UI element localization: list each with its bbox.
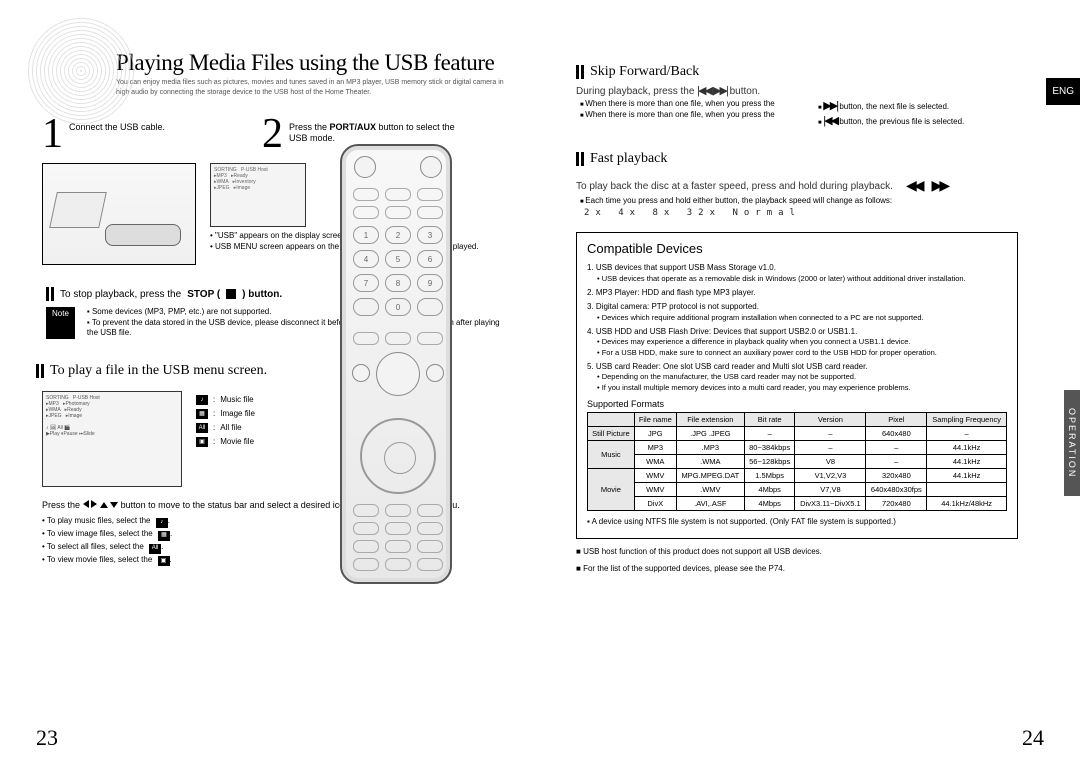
stop-icon <box>226 289 236 299</box>
operation-tab: OPERATION <box>1064 390 1080 496</box>
right-arrow-icon <box>91 500 97 508</box>
formats-title: Supported Formats <box>587 399 1007 409</box>
page-number-right: 24 <box>1022 725 1044 751</box>
rewind-icon: ◀◀ <box>906 177 922 194</box>
swirl-decoration <box>26 16 136 126</box>
screen-mock-1: SORTING P-USB Host ▸MP3 ▸Ready ▸WMA ▸Inv… <box>210 163 306 227</box>
movie-icon: ▣ <box>196 437 208 447</box>
footnote-1: ■ USB host function of this product does… <box>576 547 1044 558</box>
device-diagram <box>42 163 196 265</box>
movie-icon: ▣ <box>158 556 170 566</box>
compat-title: Compatible Devices <box>587 241 1007 256</box>
note-badge: Note <box>46 307 75 338</box>
music-icon: ♪ <box>156 518 168 528</box>
music-icon: ♪ <box>196 395 208 405</box>
skip-instruction: During playback, press the |◀◀ ,▶▶| butt… <box>576 84 1044 97</box>
section-fast: Fast playback <box>576 151 1044 167</box>
left-arrow-icon <box>83 500 89 508</box>
up-arrow-icon <box>100 502 108 508</box>
skip-buttons-icon: |◀◀ ,▶▶| <box>697 85 727 97</box>
section-skip: Skip Forward/Back <box>576 64 1044 80</box>
all-icon: All <box>149 544 161 554</box>
fast-instruction: To play back the disc at a faster speed,… <box>576 181 896 192</box>
image-icon: ▦ <box>158 531 170 541</box>
compatible-devices-box: Compatible Devices 1. USB devices that s… <box>576 232 1018 539</box>
main-desc: You can enjoy media files such as pictur… <box>116 78 504 98</box>
remote-illustration: 123 456 789 0 <box>340 144 452 584</box>
icon-legend: ♪ : Music file ▦ : Image file All : All … <box>196 391 255 487</box>
image-icon: ▦ <box>196 409 208 419</box>
speed-values: 2x 4x 8x 32x Normal <box>584 208 1044 218</box>
formats-table: File nameFile extensionBit rateVersionPi… <box>587 412 1007 511</box>
lang-tab: ENG <box>1046 78 1080 105</box>
page-number-left: 23 <box>36 725 58 751</box>
footnote-2: ■ For the list of the supported devices,… <box>576 564 1044 575</box>
step2-num: 2 <box>262 116 283 154</box>
page-left: Playing Media Files using the USB featur… <box>0 0 540 763</box>
all-icon: All <box>196 423 208 433</box>
main-title: Playing Media Files using the USB featur… <box>116 50 504 76</box>
page-right: ENG OPERATION Skip Forward/Back During p… <box>540 0 1080 763</box>
down-arrow-icon <box>110 502 118 508</box>
screen-mock-2: SORTING P-USB Host ▸MP3 ▸Photomary ▸WMA … <box>42 391 182 487</box>
fastfwd-icon: ▶▶ <box>932 177 948 194</box>
